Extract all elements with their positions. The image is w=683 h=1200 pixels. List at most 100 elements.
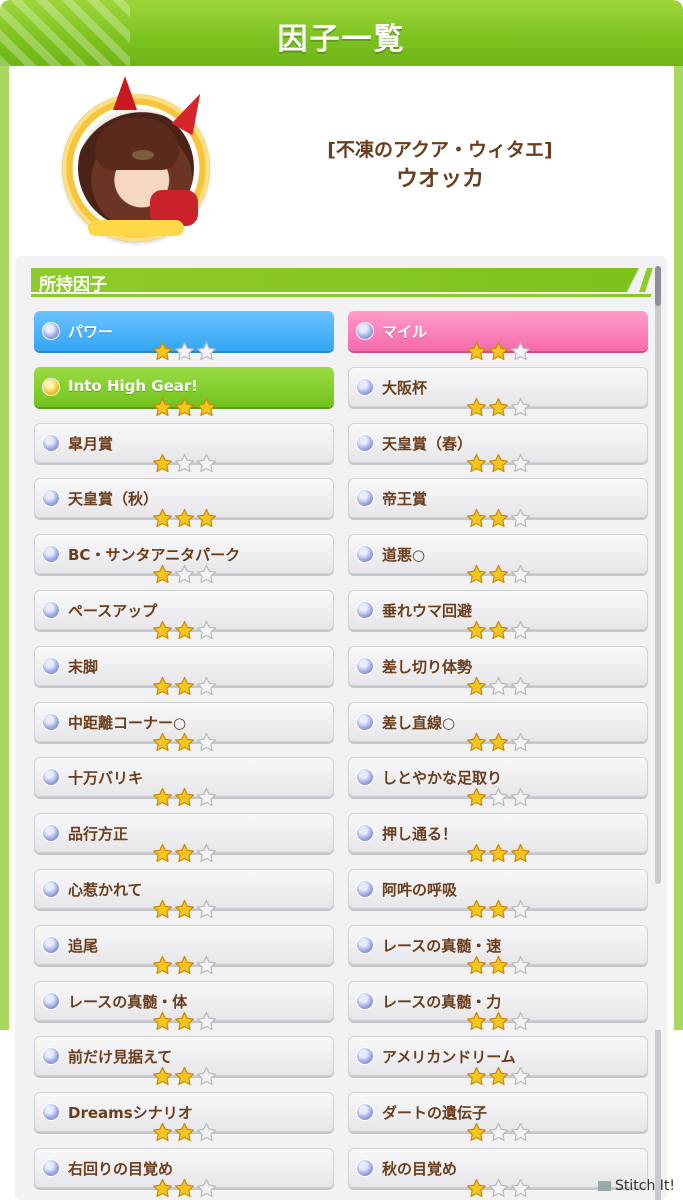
star-filled-icon [466, 955, 487, 976]
star-empty-icon [196, 899, 217, 920]
factor-button[interactable]: 前だけ見据えて [34, 1036, 334, 1086]
factor-star-rating [466, 732, 532, 754]
factor-button[interactable]: 差し切り体勢 [348, 646, 648, 696]
factor-star-rating [152, 955, 218, 977]
star-empty-icon [510, 955, 531, 976]
factor-name: 差し切り体勢 [382, 658, 473, 676]
star-empty-icon [196, 676, 217, 697]
factor-gem-icon [357, 1048, 373, 1064]
factor-button[interactable]: ペースアップ [34, 590, 334, 640]
star-filled-icon [152, 899, 173, 920]
factor-star-rating [152, 899, 218, 921]
star-empty-icon [196, 341, 217, 362]
factor-star-rating [466, 397, 532, 419]
factor-button[interactable]: アメリカンドリーム [348, 1036, 648, 1086]
factor-star-rating [466, 787, 532, 809]
factor-button[interactable]: パワー [34, 311, 334, 361]
star-filled-icon [488, 453, 509, 474]
factor-gem-icon [43, 825, 59, 841]
star-filled-icon [174, 732, 195, 753]
factor-gem-icon [357, 769, 373, 785]
factor-button[interactable]: しとやかな足取り [348, 757, 648, 807]
star-filled-icon [466, 508, 487, 529]
factor-button[interactable]: 阿吽の呼吸 [348, 869, 648, 919]
factor-name: 前だけ見据えて [68, 1048, 173, 1066]
star-filled-icon [152, 676, 173, 697]
star-filled-icon [488, 1066, 509, 1087]
star-filled-icon [174, 1178, 195, 1199]
factor-button[interactable]: マイル [348, 311, 648, 361]
star-filled-icon [152, 787, 173, 808]
factor-star-rating [152, 787, 218, 809]
star-empty-icon [510, 1178, 531, 1199]
factor-button[interactable]: 右回りの目覚め [34, 1148, 334, 1198]
star-empty-icon [196, 1122, 217, 1143]
factor-star-rating [466, 899, 532, 921]
star-empty-icon [174, 564, 195, 585]
star-filled-icon [466, 620, 487, 641]
factor-button[interactable]: 垂れウマ回避 [348, 590, 648, 640]
factor-button[interactable]: ダートの遺伝子 [348, 1092, 648, 1142]
factor-star-rating [152, 564, 218, 586]
factor-button[interactable]: 帝王賞 [348, 478, 648, 528]
factor-name: 末脚 [68, 658, 99, 676]
star-empty-icon [510, 564, 531, 585]
factor-button[interactable]: 追尾 [34, 925, 334, 975]
star-filled-icon [466, 676, 487, 697]
factor-star-rating [466, 620, 532, 642]
factor-button[interactable]: Into High Gear! [34, 367, 334, 417]
factor-button[interactable]: 心惹かれて [34, 869, 334, 919]
star-filled-icon [152, 1178, 173, 1199]
factor-name: 秋の目覚め [382, 1160, 458, 1178]
factor-button[interactable]: 中距離コーナー○ [34, 702, 334, 752]
factor-star-rating [466, 1066, 532, 1088]
factor-gem-icon [43, 435, 59, 451]
factor-star-rating [152, 508, 218, 530]
star-filled-icon [466, 899, 487, 920]
factor-name: 道悪○ [382, 546, 426, 564]
factor-button[interactable]: 皐月賞 [34, 423, 334, 473]
factor-button[interactable]: 十万バリキ [34, 757, 334, 807]
factor-button[interactable]: 天皇賞（秋） [34, 478, 334, 528]
factor-name: アメリカンドリーム [382, 1048, 516, 1066]
scrollbar-thumb[interactable] [655, 266, 661, 306]
factor-button[interactable]: 末脚 [34, 646, 334, 696]
star-filled-icon [466, 1066, 487, 1087]
star-filled-icon [152, 1011, 173, 1032]
factor-button[interactable]: Dreamsシナリオ [34, 1092, 334, 1142]
star-filled-icon [152, 341, 173, 362]
star-empty-icon [196, 787, 217, 808]
factor-button[interactable]: 差し直線○ [348, 702, 648, 752]
factor-button[interactable]: レースの真髄・体 [34, 981, 334, 1031]
star-filled-icon [152, 955, 173, 976]
factor-button[interactable]: 品行方正 [34, 813, 334, 863]
factor-star-rating [152, 843, 218, 865]
factor-button[interactable]: 大阪杯 [348, 367, 648, 417]
star-empty-icon [510, 1122, 531, 1143]
star-filled-icon [466, 787, 487, 808]
star-filled-icon [196, 508, 217, 529]
star-filled-icon [152, 1122, 173, 1143]
star-filled-icon [466, 843, 487, 864]
star-empty-icon [174, 341, 195, 362]
star-filled-icon [488, 564, 509, 585]
star-filled-icon [174, 787, 195, 808]
factor-star-rating [466, 1122, 532, 1144]
factor-star-rating [152, 676, 218, 698]
factor-button[interactable]: 押し通る！ [348, 813, 648, 863]
star-filled-icon [488, 732, 509, 753]
star-filled-icon [466, 1011, 487, 1032]
factor-button[interactable]: レースの真髄・力 [348, 981, 648, 1031]
star-filled-icon [174, 1122, 195, 1143]
factor-gem-icon [357, 658, 373, 674]
factor-gem-icon [357, 993, 373, 1009]
star-empty-icon [196, 1178, 217, 1199]
factor-button[interactable]: 天皇賞（春） [348, 423, 648, 473]
factor-button[interactable]: 道悪○ [348, 534, 648, 584]
factor-button[interactable]: BC・サンタアニタパーク [34, 534, 334, 584]
factor-gem-icon [43, 546, 59, 562]
factor-button[interactable]: レースの真髄・速 [348, 925, 648, 975]
star-filled-icon [174, 1011, 195, 1032]
factor-star-rating [466, 453, 532, 475]
watermark: Stitch It! [598, 1178, 675, 1194]
